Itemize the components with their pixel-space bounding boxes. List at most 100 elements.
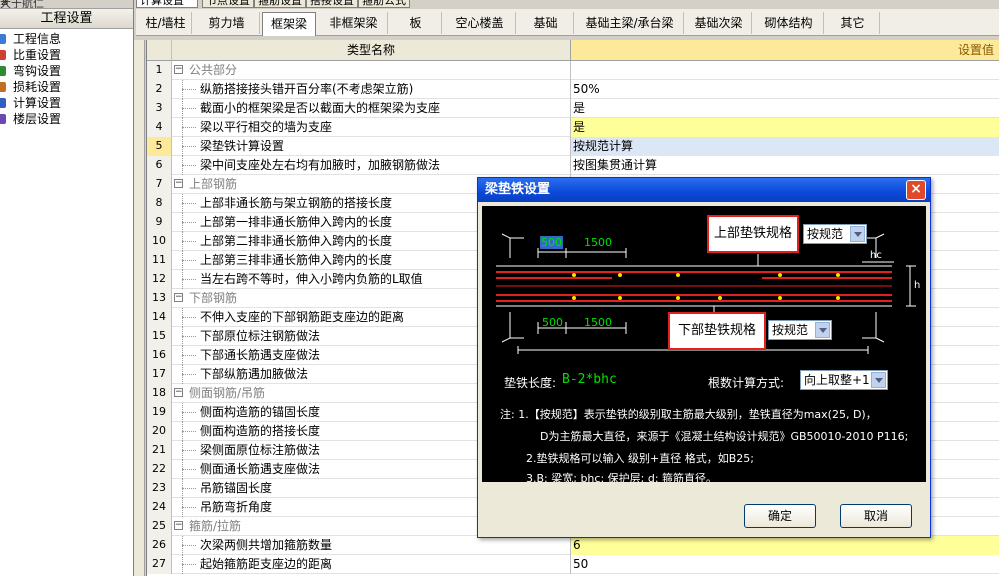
nav-item[interactable]: 楼层设置	[0, 111, 133, 127]
count-method-select[interactable]: 向上取整+1	[800, 370, 888, 390]
collapse-icon[interactable]: −	[174, 179, 183, 188]
settings-tab[interactable]: 箍筋公式	[358, 0, 410, 8]
row-name-text: 上部第二排非通长筋伸入跨内的长度	[200, 234, 393, 248]
category-tab[interactable]: 框架梁	[262, 12, 316, 36]
hook-icon	[0, 66, 6, 76]
chevron-down-icon[interactable]	[850, 226, 865, 242]
nav-panel: 大于航仁 ⊿ × 工程设置 工程信息 比重设置 弯钩设置 损耗设置 计算设置 楼层设置	[0, 0, 134, 576]
row-name-text: 侧面通长筋遇支座做法	[200, 462, 321, 476]
row-value[interactable]: 按规范计算	[571, 137, 999, 156]
row-name-text: 上部非通长筋与架立钢筋的搭接长度	[200, 196, 393, 210]
row-number: 26	[147, 536, 172, 555]
table-row[interactable]: 6 梁中间支座处左右均有加腋时，加腋钢筋做法 按图集贯通计算	[147, 156, 999, 175]
row-name: 纵筋搭接接头错开百分率(不考虑架立筋)	[172, 80, 571, 99]
category-tab[interactable]: 空心楼盖	[444, 12, 516, 34]
row-name-text: 截面小的框架梁是否以截面大的框架梁为支座	[200, 101, 441, 115]
row-number: 11	[147, 251, 172, 270]
row-value[interactable]: 50	[571, 555, 999, 574]
category-tab[interactable]: 砌体结构	[754, 12, 824, 34]
dialog-title: 梁垫铁设置	[478, 178, 930, 202]
row-name-text: 梁中间支座处左右均有加腋时，加腋钢筋做法	[200, 158, 441, 172]
collapse-icon[interactable]: −	[174, 388, 183, 397]
collapse-icon[interactable]: −	[174, 521, 183, 530]
bottom-spec-label: 下部垫铁规格	[668, 312, 766, 350]
dim-hc: hc	[870, 250, 882, 261]
row-name-text: 起始箍筋距支座边的距离	[200, 557, 333, 571]
nav-item-label: 计算设置	[13, 96, 62, 110]
settings-tab[interactable]: 节点设置	[202, 0, 254, 8]
row-value[interactable]: 是	[571, 99, 999, 118]
chevron-down-icon[interactable]	[815, 322, 830, 338]
row-number: 4	[147, 118, 172, 137]
settings-tabstrip: 计算设置 节点设置 箍筋设置 搭接设置 箍筋公式	[136, 0, 999, 9]
row-value[interactable]: 是	[571, 118, 999, 137]
pad-iron-dialog: 梁垫铁设置 × 500 1500 500 1500 hc h 上部垫铁规格 按规…	[477, 177, 931, 538]
row-value[interactable]	[571, 61, 999, 80]
row-name-text: 侧面构造筋的锚固长度	[200, 405, 321, 419]
row-number: 6	[147, 156, 172, 175]
category-tab[interactable]: 柱/墙柱	[140, 12, 192, 34]
header-value: 设置值	[571, 40, 999, 61]
nav-item-label: 弯钩设置	[13, 64, 62, 78]
chevron-down-icon[interactable]	[871, 372, 886, 388]
row-name-text: 下部钢筋	[189, 291, 238, 305]
settings-tab[interactable]: 计算设置	[136, 0, 198, 8]
bottom-spec-select[interactable]: 按规范	[768, 320, 832, 340]
category-tab[interactable]: 基础主梁/承台梁	[576, 12, 684, 34]
left-scrollbar[interactable]	[134, 40, 145, 576]
row-name: 起始箍筋距支座边的距离	[172, 555, 571, 574]
nav-item-label: 楼层设置	[13, 112, 62, 126]
row-number: 3	[147, 99, 172, 118]
row-number: 17	[147, 365, 172, 384]
row-number: 25	[147, 517, 172, 536]
row-value[interactable]: 6	[571, 536, 999, 555]
nav-item[interactable]: 计算设置	[0, 95, 133, 111]
table-row[interactable]: 5 梁垫铁计算设置 按规范计算	[147, 137, 999, 156]
nav-item[interactable]: 损耗设置	[0, 79, 133, 95]
nav-item[interactable]: 比重设置	[0, 47, 133, 63]
row-name-text: 梁以平行相交的墙为支座	[200, 120, 333, 134]
dialog-close-icon[interactable]: ×	[906, 180, 926, 200]
settings-tab[interactable]: 搭接设置	[306, 0, 358, 8]
floor-icon	[0, 114, 6, 124]
top-spec-select[interactable]: 按规范	[803, 224, 867, 244]
pad-length-value: B-2*bhc	[562, 372, 617, 387]
row-value[interactable]: 50%	[571, 80, 999, 99]
row-value[interactable]: 按图集贯通计算	[571, 156, 999, 175]
dialog-diagram: 500 1500 500 1500 hc h L 上部垫铁规格 按规范 下部垫铁…	[482, 206, 926, 482]
table-row[interactable]: 4 梁以平行相交的墙为支座 是	[147, 118, 999, 137]
row-name: 梁以平行相交的墙为支座	[172, 118, 571, 137]
row-name-text: 上部钢筋	[189, 177, 238, 191]
row-number: 13	[147, 289, 172, 308]
nav-item[interactable]: 弯钩设置	[0, 63, 133, 79]
table-row[interactable]: 26 次梁两侧共增加箍筋数量 6	[147, 536, 999, 555]
row-number: 16	[147, 346, 172, 365]
table-row[interactable]: 27 起始箍筋距支座边的距离 50	[147, 555, 999, 574]
category-tab[interactable]: 剪力墙	[194, 12, 260, 34]
settings-tab[interactable]: 箍筋设置	[254, 0, 306, 8]
row-number: 8	[147, 194, 172, 213]
collapse-icon[interactable]: −	[174, 293, 183, 302]
nav-item[interactable]: 工程信息	[0, 31, 133, 47]
row-name-text: 公共部分	[189, 63, 238, 77]
loss-icon	[0, 82, 6, 92]
category-tab[interactable]: 非框架梁	[320, 12, 388, 34]
close-icon[interactable]: ×	[0, 0, 127, 8]
ok-button[interactable]: 确定	[744, 504, 816, 528]
row-number: 22	[147, 460, 172, 479]
cancel-button[interactable]: 取消	[840, 504, 912, 528]
table-row[interactable]: 3 截面小的框架梁是否以截面大的框架梁为支座 是	[147, 99, 999, 118]
category-tab[interactable]: 其它	[826, 12, 880, 34]
note-line-3: 2.垫铁规格可以输入 级别+直径 格式，如B25;	[526, 452, 754, 465]
table-row[interactable]: 2 纵筋搭接接头错开百分率(不考虑架立筋) 50%	[147, 80, 999, 99]
group-row[interactable]: 1− 公共部分	[147, 61, 999, 80]
row-name: 次梁两侧共增加箍筋数量	[172, 536, 571, 555]
nav-item-label: 工程信息	[13, 32, 62, 46]
category-tab[interactable]: 板	[390, 12, 442, 34]
nav-section-title[interactable]: 工程设置	[0, 9, 133, 29]
row-number: 2	[147, 80, 172, 99]
category-tab[interactable]: 基础次梁	[686, 12, 752, 34]
category-tab[interactable]: 基础	[518, 12, 574, 34]
row-name-text: 梁垫铁计算设置	[200, 139, 285, 153]
collapse-icon[interactable]: −	[174, 65, 183, 74]
